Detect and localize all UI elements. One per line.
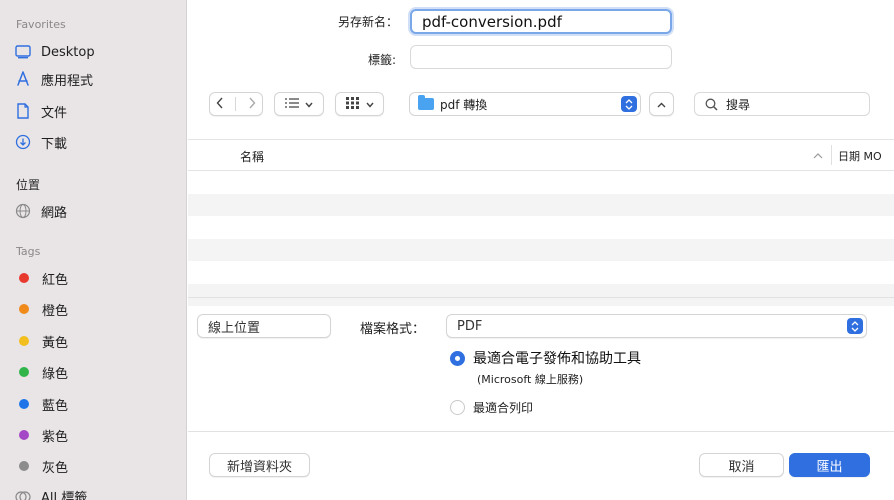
sidebar: Favorites Desktop 應用程式 文件 下載 位置 網路 Tags … bbox=[0, 0, 187, 500]
sidebar-tag-red[interactable]: 紅色 bbox=[14, 266, 68, 290]
file-format-value: PDF bbox=[457, 318, 483, 334]
sidebar-item-label: 藍色 bbox=[42, 398, 69, 414]
radio-electronic-publishing-sublabel: (Microsoft 線上服務) bbox=[477, 373, 584, 386]
sidebar-tag-yellow[interactable]: 黃色 bbox=[14, 329, 68, 353]
sidebar-item-label: 應用程式 bbox=[41, 73, 94, 89]
download-icon bbox=[14, 133, 32, 151]
column-date-header[interactable]: 日期 MO bbox=[838, 148, 882, 164]
folder-icon bbox=[418, 95, 434, 110]
sidebar-tag-orange[interactable]: 橙色 bbox=[14, 297, 68, 321]
sidebar-item-downloads[interactable]: 下載 bbox=[14, 130, 67, 154]
sidebar-item-label: All 標籤 bbox=[41, 490, 88, 500]
column-name-header[interactable]: 名稱 bbox=[240, 148, 264, 165]
divider bbox=[188, 431, 894, 432]
sidebar-item-desktop[interactable]: Desktop bbox=[14, 40, 95, 64]
green-tag-icon bbox=[19, 367, 29, 377]
sidebar-section-locations: 位置 bbox=[16, 178, 41, 192]
save-as-label: 另存新名： bbox=[337, 15, 398, 29]
chevron-down-icon bbox=[365, 97, 374, 111]
sidebar-item-documents[interactable]: 文件 bbox=[14, 99, 67, 123]
list-item bbox=[188, 283, 894, 306]
sort-chevron-icon[interactable] bbox=[813, 148, 823, 163]
document-icon bbox=[14, 102, 32, 120]
gray-tag-icon bbox=[19, 461, 29, 471]
yellow-tag-icon bbox=[19, 336, 29, 346]
chevron-up-icon bbox=[657, 97, 666, 111]
file-format-select[interactable]: PDF bbox=[446, 314, 867, 338]
back-icon[interactable] bbox=[216, 97, 224, 112]
blue-tag-icon bbox=[19, 399, 29, 409]
online-location-button[interactable]: 線上位置 bbox=[197, 314, 331, 338]
file-list-header: 名稱 日期 MO bbox=[188, 139, 894, 171]
back-forward-control[interactable] bbox=[209, 92, 263, 116]
file-format-label: 檔案格式： bbox=[360, 322, 426, 337]
sidebar-item-network[interactable]: 網路 bbox=[14, 199, 67, 223]
list-item bbox=[188, 238, 894, 261]
radio-print[interactable] bbox=[450, 400, 465, 415]
red-tag-icon bbox=[19, 273, 29, 283]
new-folder-button[interactable]: 新增資料夾 bbox=[209, 453, 310, 477]
network-icon bbox=[14, 202, 32, 220]
sidebar-section-tags: Tags bbox=[16, 245, 41, 258]
list-item bbox=[188, 193, 894, 216]
purple-tag-icon bbox=[19, 430, 29, 440]
grid-view-button[interactable] bbox=[335, 92, 384, 116]
desktop-icon bbox=[14, 43, 32, 61]
sidebar-item-label: 黃色 bbox=[42, 335, 69, 351]
sidebar-section-favorites: Favorites bbox=[16, 18, 66, 31]
forward-icon[interactable] bbox=[248, 97, 256, 112]
all-tags-icon bbox=[14, 490, 32, 500]
sidebar-item-label: 下載 bbox=[41, 136, 68, 152]
list-item bbox=[188, 261, 894, 284]
radio-print-label: 最適合列印 bbox=[473, 401, 534, 415]
location-select[interactable]: pdf 轉換 bbox=[409, 92, 641, 116]
sidebar-tag-gray[interactable]: 灰色 bbox=[14, 454, 68, 478]
sidebar-item-label: 橙色 bbox=[42, 303, 69, 319]
tags-label: 標籤: bbox=[367, 53, 396, 67]
search-icon bbox=[705, 98, 718, 111]
updown-icon bbox=[621, 96, 637, 112]
divider bbox=[188, 297, 894, 298]
chevron-down-icon bbox=[305, 97, 313, 111]
save-dialog-main: 另存新名： 標籤: pdf 轉換 bbox=[188, 0, 894, 500]
list-item bbox=[188, 216, 894, 239]
file-list bbox=[188, 171, 894, 306]
export-button[interactable]: 匯出 bbox=[789, 453, 870, 477]
sidebar-item-label: 紅色 bbox=[42, 272, 69, 288]
location-label: pdf 轉換 bbox=[440, 97, 488, 112]
search-placeholder[interactable]: 搜尋 bbox=[726, 96, 750, 113]
column-divider bbox=[831, 145, 832, 165]
sidebar-tag-purple[interactable]: 紫色 bbox=[14, 423, 68, 447]
tags-field[interactable] bbox=[410, 45, 672, 69]
expand-collapse-button[interactable] bbox=[649, 92, 674, 116]
radio-electronic-publishing[interactable] bbox=[450, 351, 465, 366]
sidebar-item-label: 文件 bbox=[41, 105, 68, 121]
radio-electronic-publishing-label: 最適合電子發佈和協助工具 bbox=[473, 351, 641, 367]
updown-icon bbox=[847, 318, 863, 334]
list-view-icon bbox=[285, 97, 299, 111]
sidebar-item-label: 綠色 bbox=[42, 366, 69, 382]
tags-input[interactable] bbox=[411, 46, 671, 68]
filename-input[interactable] bbox=[412, 11, 670, 32]
sidebar-item-label: 網路 bbox=[41, 205, 68, 221]
list-item bbox=[188, 171, 894, 194]
sidebar-item-all-tags[interactable]: All 標籤 bbox=[14, 484, 87, 500]
search-field[interactable]: 搜尋 bbox=[694, 92, 870, 116]
cancel-button[interactable]: 取消 bbox=[699, 453, 784, 477]
orange-tag-icon bbox=[19, 304, 29, 314]
list-view-button[interactable] bbox=[274, 92, 324, 116]
sidebar-item-label: 紫色 bbox=[42, 429, 69, 445]
grid-view-icon bbox=[345, 96, 360, 112]
sidebar-tag-blue[interactable]: 藍色 bbox=[14, 392, 68, 416]
sidebar-tag-green[interactable]: 綠色 bbox=[14, 360, 68, 384]
segment-divider bbox=[235, 97, 237, 111]
sidebar-item-label: 灰色 bbox=[42, 460, 69, 476]
sidebar-item-applications[interactable]: 應用程式 bbox=[14, 67, 93, 91]
filename-field[interactable] bbox=[410, 9, 672, 34]
applications-icon bbox=[14, 70, 32, 88]
sidebar-item-label: Desktop bbox=[41, 44, 95, 60]
